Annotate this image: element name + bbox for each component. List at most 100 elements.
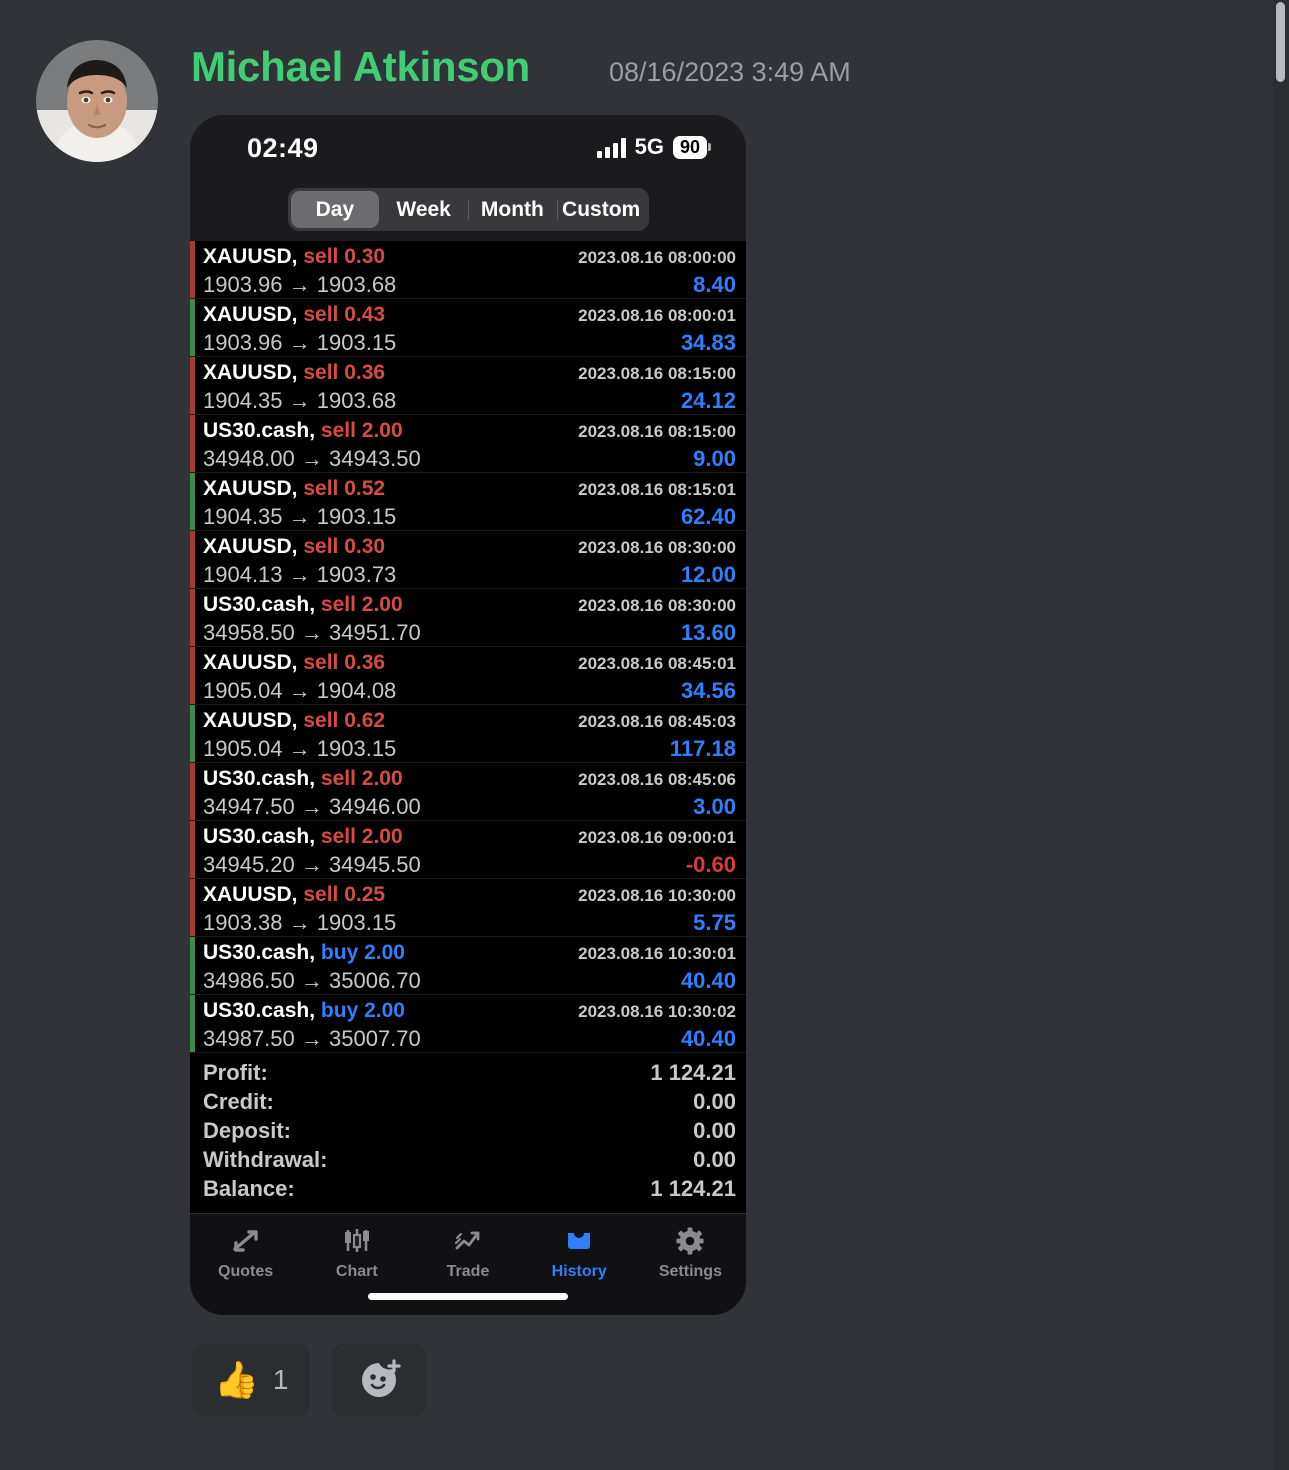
deal-profit: 9.00 bbox=[693, 446, 736, 471]
deal-time: 2023.08.16 08:30:00 bbox=[578, 538, 736, 557]
deal-profit: -0.60 bbox=[685, 852, 736, 877]
segment-day[interactable]: Day bbox=[290, 191, 380, 228]
deal-direction: sell bbox=[303, 883, 339, 906]
deal-direction: sell bbox=[320, 593, 356, 616]
period-segmented-control[interactable]: Day Week Month Custom bbox=[287, 188, 649, 231]
deal-symbol-name: US30.cash, bbox=[203, 825, 316, 848]
tab-settings[interactable]: Settings bbox=[635, 1225, 746, 1281]
deal-profit: 12.00 bbox=[680, 562, 736, 587]
phone-screenshot-attachment[interactable]: 02:49 5G 90 Day Week Month Custom XAUUSD… bbox=[190, 115, 746, 1315]
reaction-thumbsup[interactable]: 👍 1 bbox=[192, 1344, 311, 1416]
quotes-arrows-icon bbox=[231, 1225, 261, 1257]
deal-time: 2023.08.16 08:45:03 bbox=[578, 712, 736, 731]
deal-profit: 5.75 bbox=[693, 910, 736, 935]
deal-row[interactable]: XAUUSD, sell 0.52 2023.08.16 08:15:01 1904… bbox=[190, 473, 746, 531]
summary-row: Balance: 1 124.21 bbox=[203, 1176, 736, 1205]
deal-symbol-name: XAUUSD, bbox=[203, 245, 298, 268]
summary-label: Withdrawal: bbox=[203, 1147, 328, 1172]
deal-direction-bar bbox=[190, 589, 195, 646]
deal-volume: 2.00 bbox=[364, 999, 405, 1022]
deal-direction: sell bbox=[303, 477, 339, 500]
deal-row[interactable]: US30.cash, buy 2.00 2023.08.16 10:30:01 34… bbox=[190, 937, 746, 995]
tab-chart[interactable]: Chart bbox=[301, 1225, 412, 1281]
deal-volume: 2.00 bbox=[361, 593, 403, 616]
deal-profit: 8.40 bbox=[693, 272, 736, 297]
tab-label-trade: Trade bbox=[446, 1263, 490, 1280]
deal-time: 2023.08.16 10:30:02 bbox=[578, 1002, 736, 1021]
deal-prices: 1905.04 → 1904.08 bbox=[203, 678, 397, 703]
deal-row[interactable]: XAUUSD, sell 0.30 2023.08.16 08:00:00 1903… bbox=[190, 241, 746, 299]
deal-profit: 3.00 bbox=[693, 794, 736, 819]
deal-volume: 2.00 bbox=[364, 941, 405, 964]
summary-row: Profit: 1 124.21 bbox=[203, 1060, 736, 1089]
summary-value: 1 124.21 bbox=[650, 1176, 736, 1201]
deal-profit: 62.40 bbox=[680, 504, 736, 529]
deal-row[interactable]: XAUUSD, sell 0.25 2023.08.16 10:30:00 1903… bbox=[190, 879, 746, 937]
deal-direction: sell bbox=[320, 767, 356, 790]
thumbs-up-icon: 👍 bbox=[214, 1359, 259, 1400]
deal-direction-bar bbox=[190, 357, 195, 414]
deal-row[interactable]: US30.cash, sell 2.00 2023.08.16 08:15:00 3… bbox=[190, 415, 746, 473]
tab-trade[interactable]: Trade bbox=[412, 1225, 523, 1281]
deal-open-price: 34945.20 bbox=[203, 852, 295, 877]
deal-profit: 34.56 bbox=[680, 678, 736, 703]
deal-row[interactable]: US30.cash, sell 2.00 2023.08.16 08:45:06 3… bbox=[190, 763, 746, 821]
segment-custom[interactable]: Custom bbox=[556, 191, 646, 228]
deal-symbol-name: XAUUSD, bbox=[203, 361, 298, 384]
summary-label: Credit: bbox=[203, 1089, 274, 1114]
deal-row[interactable]: US30.cash, sell 2.00 2023.08.16 08:30:00 3… bbox=[190, 589, 746, 647]
phone-status-bar: 02:49 5G 90 bbox=[190, 115, 746, 178]
deal-direction-bar bbox=[190, 415, 195, 472]
segment-month[interactable]: Month bbox=[468, 191, 557, 228]
deal-history-list[interactable]: XAUUSD, sell 0.30 2023.08.16 08:00:00 1903… bbox=[190, 241, 746, 1053]
scrollbar-thumb[interactable] bbox=[1276, 2, 1285, 82]
deal-direction-bar bbox=[190, 763, 195, 820]
deal-direction-bar bbox=[190, 531, 195, 588]
tab-quotes[interactable]: Quotes bbox=[190, 1225, 301, 1281]
deal-time: 2023.08.16 08:15:01 bbox=[578, 480, 736, 499]
page-scrollbar[interactable] bbox=[1273, 0, 1289, 1470]
deal-symbol-name: XAUUSD, bbox=[203, 535, 298, 558]
deal-symbol-name: XAUUSD, bbox=[203, 303, 298, 326]
avatar[interactable] bbox=[36, 40, 158, 162]
deal-symbol: XAUUSD, sell 0.43 bbox=[203, 303, 385, 327]
message-author[interactable]: Michael Atkinson bbox=[191, 43, 530, 91]
candlestick-chart-icon bbox=[342, 1225, 372, 1257]
deal-close-price: 34946.00 bbox=[329, 794, 421, 819]
deal-row[interactable]: XAUUSD, sell 0.36 2023.08.16 08:15:00 1904… bbox=[190, 357, 746, 415]
deal-row[interactable]: XAUUSD, sell 0.30 2023.08.16 08:30:00 1904… bbox=[190, 531, 746, 589]
avatar-image bbox=[36, 40, 158, 162]
deal-row[interactable]: XAUUSD, sell 0.62 2023.08.16 08:45:03 1905… bbox=[190, 705, 746, 763]
deal-row[interactable]: US30.cash, buy 2.00 2023.08.16 10:30:02 34… bbox=[190, 995, 746, 1053]
deal-close-price: 34951.70 bbox=[329, 620, 421, 645]
deal-row[interactable]: XAUUSD, sell 0.43 2023.08.16 08:00:01 1903… bbox=[190, 299, 746, 357]
tab-history[interactable]: History bbox=[524, 1225, 635, 1281]
deal-open-price: 34948.00 bbox=[203, 446, 295, 471]
deal-open-price: 1904.13 bbox=[203, 562, 283, 587]
home-indicator[interactable] bbox=[368, 1293, 568, 1300]
deal-time: 2023.08.16 08:15:00 bbox=[578, 422, 736, 441]
deal-open-price: 34947.50 bbox=[203, 794, 295, 819]
summary-value: 0.00 bbox=[693, 1147, 736, 1172]
deal-direction: sell bbox=[303, 245, 339, 268]
deal-row[interactable]: XAUUSD, sell 0.36 2023.08.16 08:45:01 1905… bbox=[190, 647, 746, 705]
deal-open-price: 1903.38 bbox=[203, 910, 283, 935]
add-reaction-icon bbox=[362, 1359, 402, 1397]
deal-symbol: US30.cash, buy 2.00 bbox=[203, 941, 405, 965]
deal-close-price: 34943.50 bbox=[329, 446, 421, 471]
bottom-tab-bar[interactable]: Quotes Chart Trade History Settings bbox=[190, 1213, 746, 1287]
deal-time: 2023.08.16 08:00:01 bbox=[578, 306, 736, 325]
summary-row: Withdrawal: 0.00 bbox=[203, 1147, 736, 1176]
deal-open-price: 1904.35 bbox=[203, 388, 283, 413]
deal-prices: 1903.38 → 1903.15 bbox=[203, 910, 397, 935]
deal-prices: 1903.96 → 1903.15 bbox=[203, 330, 397, 355]
deal-direction-bar bbox=[190, 473, 195, 530]
network-type-label: 5G bbox=[634, 134, 664, 159]
gear-icon bbox=[675, 1225, 705, 1257]
tab-label-settings: Settings bbox=[658, 1263, 722, 1280]
deal-profit: 34.83 bbox=[680, 330, 736, 355]
segment-week[interactable]: Week bbox=[379, 191, 468, 228]
deal-volume: 0.25 bbox=[344, 883, 386, 906]
add-reaction-button[interactable] bbox=[332, 1344, 427, 1416]
deal-row[interactable]: US30.cash, sell 2.00 2023.08.16 09:00:01 3… bbox=[190, 821, 746, 879]
